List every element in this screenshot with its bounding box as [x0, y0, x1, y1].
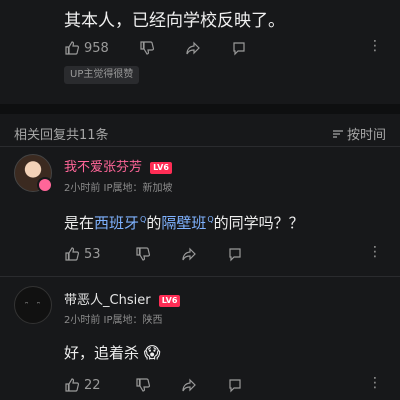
reply-text: 是在西班牙Q的隔壁班Q的同学吗？？ — [64, 212, 304, 233]
keyword-link-text: 隔壁班 — [161, 214, 207, 232]
replies-header-title: 相关回复共11条 — [14, 128, 109, 143]
reply-text-middle: 的 — [146, 214, 162, 232]
level-badge: LV6 — [158, 294, 181, 307]
top-comment-text: 其本人，已经向学校反映了。 — [64, 11, 285, 31]
avatar-badge — [37, 177, 53, 193]
reply-text: 好，追着杀 😱 — [64, 342, 160, 363]
sort-button[interactable]: 按时间 — [332, 124, 386, 143]
sort-icon — [332, 128, 344, 140]
section-separator — [0, 104, 400, 114]
thumbs-down-icon[interactable] — [135, 377, 151, 393]
thumbs-down-icon[interactable] — [135, 246, 151, 262]
reply-text-prefix: 是在 — [64, 214, 95, 232]
thumbs-up-icon[interactable] — [64, 40, 80, 56]
level-badge: LV6 — [150, 161, 172, 174]
keyword-link-text: 西班牙 — [94, 214, 140, 232]
reply-username-text: 我不爱张芬芳 — [64, 160, 143, 175]
scream-emoji-icon: 😱 — [143, 343, 161, 362]
comment-icon[interactable] — [227, 246, 243, 262]
keyword-link[interactable]: 西班牙Q — [94, 214, 146, 232]
avatar[interactable]: ᵔ ᵔ — [14, 286, 52, 324]
more-icon[interactable]: ⋮ — [368, 38, 382, 54]
comment-icon[interactable] — [227, 377, 243, 393]
reply-username[interactable]: 带恶人_Chsier LV6 — [64, 289, 181, 308]
sort-label: 按时间 — [346, 128, 386, 143]
reply-actions: 22 — [64, 375, 384, 395]
avatar-face-icon: ᵔ ᵔ — [25, 300, 44, 309]
reply-username[interactable]: 我不爱张芬芳 LV6 — [64, 156, 172, 175]
reply-text-suffix: 的同学吗？？ — [213, 214, 304, 232]
more-icon[interactable]: ⋮ — [368, 375, 382, 391]
share-icon[interactable] — [181, 377, 197, 393]
avatar[interactable] — [14, 154, 53, 193]
thumbs-up-icon[interactable] — [64, 377, 80, 393]
keyword-link[interactable]: 隔壁班Q — [161, 214, 213, 232]
more-icon[interactable]: ⋮ — [368, 244, 382, 260]
reply-actions: 53 — [64, 244, 384, 264]
top-comment-like-count: 958 — [84, 40, 109, 56]
thumbs-up-icon[interactable] — [64, 246, 80, 262]
reply-like-count: 53 — [84, 246, 101, 262]
up-liked-tag-text: UP主觉得很赞 — [70, 69, 134, 80]
header-divider — [0, 146, 400, 147]
comment-icon[interactable] — [231, 40, 247, 56]
reply-meta: 2小时前 IP属地：新加坡 — [64, 183, 173, 194]
reply-text-body: 好，追着杀 — [64, 344, 140, 362]
up-liked-tag: UP主觉得很赞 — [64, 66, 140, 84]
reply-meta: 2小时前 IP属地：陕西 — [64, 315, 163, 326]
thumbs-down-icon[interactable] — [139, 40, 155, 56]
share-icon[interactable] — [185, 40, 201, 56]
reply-divider — [0, 276, 400, 277]
top-comment-actions: 958 — [64, 38, 384, 58]
reply-like-count: 22 — [84, 377, 101, 393]
share-icon[interactable] — [181, 246, 197, 262]
reply-username-text: 带恶人_Chsier — [64, 293, 151, 308]
